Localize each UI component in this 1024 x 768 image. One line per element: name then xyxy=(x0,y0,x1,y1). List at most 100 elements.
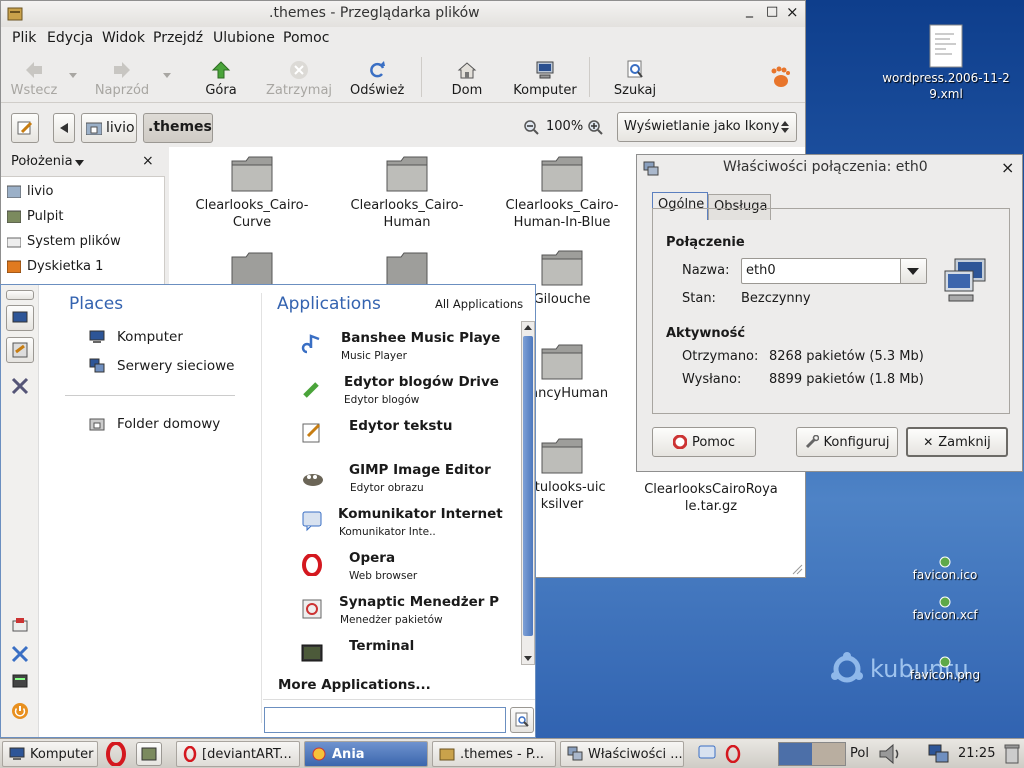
menu-widok[interactable]: Widok xyxy=(102,30,145,46)
desktop-icon-wordpress-xml[interactable]: wordpress.2006-11-29.xml xyxy=(878,24,1014,102)
received-label: Otrzymano: xyxy=(682,349,759,364)
power-icon[interactable] xyxy=(11,702,29,720)
sidebar-item-filesystem[interactable]: System plików xyxy=(7,234,121,249)
scroll-down-arrow-icon[interactable] xyxy=(522,652,534,664)
desktop-icon-favicon-ico[interactable]: favicon.ico xyxy=(900,556,990,582)
opera-launcher-icon[interactable] xyxy=(104,742,128,766)
path-button-themes[interactable]: .themes xyxy=(143,113,213,143)
places-item-home-folder[interactable]: Folder domowy xyxy=(89,416,220,432)
sent-label: Wysłano: xyxy=(682,372,742,387)
menu-search-button[interactable] xyxy=(510,707,534,733)
zoom-level[interactable]: 100% xyxy=(546,119,583,134)
tools-icon[interactable] xyxy=(11,377,29,395)
name-combobox[interactable]: eth0 xyxy=(741,258,927,284)
menu-pomoc[interactable]: Pomoc xyxy=(283,30,329,46)
view-mode-select[interactable]: Wyświetlanie jako Ikony xyxy=(617,112,797,142)
chevron-down-icon[interactable] xyxy=(75,160,84,166)
scrollbar-thumb[interactable] xyxy=(523,336,533,636)
clock[interactable]: 21:25 xyxy=(958,746,995,761)
music-note-icon xyxy=(301,334,320,354)
help-button[interactable]: Pomoc xyxy=(652,427,756,457)
gnome-foot-icon xyxy=(771,66,790,87)
close-dialog-button[interactable]: ✕ Zamknij xyxy=(906,427,1008,457)
resize-grip-icon[interactable] xyxy=(791,563,803,575)
folder-item[interactable]: Clearlooks_Cairo-Human-In-Blue xyxy=(497,155,627,231)
help-label: Pomoc xyxy=(691,434,736,450)
volume-icon[interactable] xyxy=(876,742,904,766)
settings-icon[interactable] xyxy=(11,645,29,663)
drive-icon xyxy=(7,237,21,248)
computer-icon xyxy=(536,61,554,79)
close-button[interactable]: × xyxy=(786,3,799,21)
chevron-down-icon[interactable] xyxy=(163,73,171,78)
apps-scrollbar[interactable] xyxy=(521,321,535,665)
dialog-close-button[interactable]: × xyxy=(1001,158,1014,177)
show-desktop-button[interactable] xyxy=(136,742,162,766)
keyboard-layout[interactable]: Pol xyxy=(850,746,869,761)
sidebar-item-livio[interactable]: livio xyxy=(7,184,53,199)
minimize-button[interactable]: _ xyxy=(746,2,753,18)
folder-icon xyxy=(386,252,428,285)
desktop-icon-favicon-xcf[interactable]: favicon.xcf xyxy=(900,596,990,622)
home-button[interactable]: Dom xyxy=(449,59,485,98)
zoom-in-icon[interactable] xyxy=(587,119,603,135)
folder-item[interactable]: Clearlooks_Cairo-Human xyxy=(342,155,472,231)
sent-value: 8899 pakietów (1.8 Mb) xyxy=(769,372,924,387)
archive-item[interactable]: ClearlooksCairoRoyale.tar.gz xyxy=(643,481,779,515)
places-item-computer[interactable]: Komputer xyxy=(89,329,183,345)
system-monitor-icon[interactable] xyxy=(11,673,29,691)
configure-button[interactable]: Konfiguruj xyxy=(796,427,898,457)
menu-przejdz[interactable]: Przejdź xyxy=(153,30,203,46)
sidebar-item-floppy[interactable]: Dyskietka 1 xyxy=(7,259,103,274)
menu-strip-computer[interactable] xyxy=(6,305,34,331)
stop-button[interactable]: Zatrzymaj xyxy=(265,59,333,98)
desktop-icon-favicon-png[interactable]: favicon.png xyxy=(900,656,990,682)
gimp-icon xyxy=(303,474,323,486)
menu-strip-handle[interactable] xyxy=(6,290,34,300)
scroll-up-arrow-icon[interactable] xyxy=(522,322,534,334)
workspace-switcher[interactable] xyxy=(778,742,846,766)
back-button[interactable]: Wstecz xyxy=(9,59,59,98)
menu-side-strip xyxy=(1,285,39,737)
printer-icon[interactable] xyxy=(11,617,29,635)
forward-button[interactable]: Naprzód xyxy=(91,59,153,98)
menu-ulubione[interactable]: Ulubione xyxy=(213,30,275,46)
chat-tray-icon[interactable] xyxy=(698,745,716,763)
menu-strip-apps[interactable] xyxy=(6,337,34,363)
sidebar-title[interactable]: Położenia xyxy=(11,154,73,169)
task-deviantart[interactable]: [deviantART... xyxy=(176,741,300,767)
menu-edycja[interactable]: Edycja xyxy=(47,30,93,46)
path-button-livio[interactable]: livio xyxy=(81,113,137,143)
all-applications-link[interactable]: All Applications xyxy=(435,297,523,311)
sidebar-item-pulpit[interactable]: Pulpit xyxy=(7,209,63,224)
file-manager-titlebar[interactable]: .themes - Przeglądarka plików _ □ × xyxy=(1,1,805,27)
computer-button[interactable]: Komputer xyxy=(513,59,577,98)
maximize-button[interactable]: □ xyxy=(766,4,778,19)
task-ania[interactable]: Ania xyxy=(304,741,428,767)
search-label: Szukaj xyxy=(613,83,657,98)
trash-icon[interactable] xyxy=(1004,744,1020,764)
task-file-manager[interactable]: .themes - P... xyxy=(432,741,556,767)
network-tray-icon[interactable] xyxy=(928,744,950,764)
reload-button[interactable]: Odśwież xyxy=(350,59,404,98)
path-left-arrow[interactable] xyxy=(53,113,75,143)
up-button[interactable]: Góra xyxy=(201,59,241,98)
chevron-down-icon[interactable] xyxy=(69,73,77,78)
workspace-2[interactable] xyxy=(812,743,845,765)
task-connection-properties[interactable]: Właściwości ... xyxy=(560,741,684,767)
folder-item[interactable]: Clearlooks_Cairo-Curve xyxy=(187,155,317,231)
stop-icon xyxy=(290,61,308,79)
zoom-out-icon[interactable] xyxy=(523,119,539,135)
arrow-left-icon xyxy=(26,62,42,78)
places-item-network-servers[interactable]: Serwery sieciowe xyxy=(89,358,234,374)
app-description: Edytor blogów xyxy=(344,394,420,406)
more-applications-link[interactable]: More Applications... xyxy=(278,677,431,693)
menu-search-input[interactable] xyxy=(264,707,506,733)
menu-plik[interactable]: Plik xyxy=(12,30,36,46)
opera-tray-icon[interactable] xyxy=(724,745,742,763)
workspace-1[interactable] xyxy=(779,743,812,765)
search-button[interactable]: Szukaj xyxy=(613,59,657,98)
start-menu-button[interactable]: Komputer xyxy=(2,741,98,767)
edit-location-button[interactable] xyxy=(11,113,39,143)
sidebar-close-icon[interactable]: × xyxy=(142,153,154,169)
